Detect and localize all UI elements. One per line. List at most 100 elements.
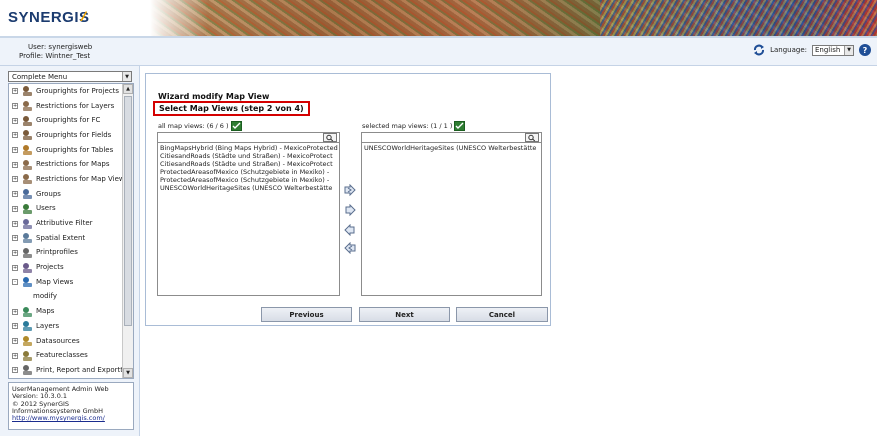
move-all-left-icon[interactable] (344, 242, 356, 254)
next-button[interactable]: Next (359, 307, 450, 322)
refresh-icon[interactable] (753, 44, 765, 56)
sidebar-item-label: Users (36, 204, 56, 213)
selected-map-views-list[interactable]: UNESCOWorldHeritageSites (UNESCO Welterb… (361, 142, 542, 296)
menu-select-value: Complete Menu (12, 72, 68, 81)
sidebar-item[interactable]: + Layers (9, 319, 123, 334)
scroll-thumb[interactable] (124, 96, 132, 326)
expand-icon[interactable]: + (12, 367, 18, 374)
sidebar-item[interactable]: + Grouprights for Tables (9, 143, 123, 158)
sidebar-item[interactable]: + Featureclasses (9, 348, 123, 363)
scroll-down-icon[interactable]: ▼ (123, 368, 133, 378)
move-all-right-icon[interactable] (344, 184, 356, 196)
sidebar-item[interactable]: + Users (9, 202, 123, 217)
sidebar-item-label: Map Views (36, 277, 74, 286)
expand-icon[interactable]: + (12, 132, 18, 139)
sidebar-item[interactable]: + Grouprights for Fields (9, 128, 123, 143)
selected-map-views-filter-bar (361, 132, 542, 142)
table-group-icon (23, 145, 32, 156)
sidebar-item-label: Print, Report and Exporttemplates (36, 365, 133, 374)
sidebar-item[interactable]: + Projects (9, 260, 123, 275)
list-item[interactable]: ProtectedAreasofMexico (Schutzgebiete in… (160, 176, 337, 184)
user-name: User: synergisweb (28, 43, 93, 51)
sidebar-item[interactable]: + Datasources (9, 334, 123, 349)
sidebar-item[interactable]: + Attributive Filter (9, 216, 123, 231)
expand-icon[interactable]: + (12, 249, 18, 256)
list-item[interactable]: CitiesandRoads (Städte und Straßen) - Me… (160, 152, 337, 160)
expand-icon[interactable]: + (12, 103, 18, 110)
select-all-icon[interactable] (454, 121, 466, 131)
sidebar-item[interactable]: - Map Views (9, 275, 123, 290)
sidebar-item[interactable]: + Restrictions for Layers (9, 99, 123, 114)
previous-button[interactable]: Previous (261, 307, 352, 322)
all-map-views-count: all map views: (6 / 6 ) (158, 121, 242, 131)
version-info: UserManagement Admin Web Version: 10.3.0… (8, 382, 134, 430)
projects-icon (23, 262, 32, 273)
sidebar-item[interactable]: modify (9, 290, 123, 305)
sidebar-item-label: Grouprights for Fields (36, 130, 112, 139)
printer-icon (23, 247, 32, 258)
sidebar-item[interactable]: + Restrictions for Maps (9, 157, 123, 172)
language-value: English (815, 46, 841, 54)
menu-select[interactable]: Complete Menu ▼ (8, 71, 132, 82)
select-all-icon[interactable] (230, 121, 242, 131)
tree-scrollbar[interactable]: ▲ ▼ (122, 84, 133, 378)
all-map-views-list[interactable]: BingMapsHybrid (Bing Maps Hybrid) - Mexi… (157, 142, 340, 296)
sidebar-item[interactable]: + Spatial Extent (9, 231, 123, 246)
sidebar-item[interactable]: +Restrictions for Print (9, 378, 123, 379)
expand-icon[interactable]: + (12, 117, 18, 124)
sidebar-item[interactable]: + Groups (9, 187, 123, 202)
move-left-icon[interactable] (344, 224, 356, 236)
expand-icon[interactable]: + (12, 323, 18, 330)
expand-icon[interactable]: + (12, 191, 18, 198)
list-item[interactable]: CitiesandRoads (Städte und Straßen) - Me… (160, 160, 337, 168)
help-icon[interactable]: ? (859, 44, 871, 56)
wizard-panel: Wizard modify Map View Select Map Views … (145, 73, 551, 326)
sidebar-item-label: Restrictions for Map Views (36, 174, 129, 183)
sidebar-item[interactable]: + Maps (9, 304, 123, 319)
filter-icon[interactable] (323, 133, 337, 142)
users-icon (23, 203, 32, 214)
expand-icon[interactable]: + (12, 205, 18, 212)
expand-icon[interactable]: + (12, 264, 18, 271)
company-link[interactable]: http://www.mysynergis.com/ (12, 414, 130, 422)
expand-icon[interactable]: + (12, 176, 18, 183)
header-banner: SYNERGIS (0, 0, 877, 36)
language-select[interactable]: English ▼ (812, 44, 854, 56)
expand-icon[interactable]: + (12, 308, 18, 315)
sidebar-item[interactable]: + Restrictions for Map Views (9, 172, 128, 187)
wizard-title: Wizard modify Map View (158, 92, 270, 101)
language-label: Language: (770, 46, 807, 54)
sidebar-item[interactable]: + Grouprights for FC (9, 113, 123, 128)
left-panel: Complete Menu ▼ + Grouprights for Project… (0, 66, 140, 436)
scroll-up-icon[interactable]: ▲ (123, 84, 133, 94)
all-map-views-filter-bar (157, 132, 340, 142)
expand-icon[interactable]: + (12, 352, 18, 359)
datasource-icon (23, 336, 32, 347)
move-right-icon[interactable] (344, 204, 356, 216)
filter-icon[interactable] (525, 133, 539, 142)
list-item[interactable]: ProtectedAreasofMexico (Schutzgebiete in… (160, 168, 337, 176)
group-icon (23, 130, 32, 141)
list-item[interactable]: UNESCOWorldHeritageSites (UNESCO Welterb… (160, 184, 337, 192)
filter-icon (23, 218, 32, 229)
restriction-icon (23, 101, 32, 112)
list-item[interactable]: BingMapsHybrid (Bing Maps Hybrid) - Mexi… (160, 144, 338, 152)
selected-map-views-label: selected map views: (1 / 1 ) (362, 122, 453, 130)
expand-icon[interactable]: + (12, 235, 18, 242)
globe-icon (23, 277, 32, 288)
expand-icon[interactable]: + (12, 161, 18, 168)
group-icon (23, 86, 32, 97)
chevron-down-icon: ▼ (122, 72, 131, 81)
sidebar-item-label: Layers (36, 321, 60, 330)
sidebar-item[interactable]: + Printprofiles (9, 246, 123, 261)
list-item[interactable]: UNESCOWorldHeritageSites (UNESCO Welterb… (364, 144, 539, 152)
expand-icon[interactable]: + (12, 220, 18, 227)
expand-icon[interactable]: + (12, 88, 18, 95)
sidebar-item[interactable]: + Print, Report and Exporttemplates (9, 363, 133, 378)
expand-icon[interactable]: + (12, 147, 18, 154)
expand-icon[interactable]: + (12, 338, 18, 345)
collapse-icon[interactable]: - (12, 279, 18, 286)
sidebar-item-label: modify (33, 292, 57, 301)
sidebar-item[interactable]: + Grouprights for Projects (9, 84, 123, 99)
cancel-button[interactable]: Cancel (456, 307, 548, 322)
